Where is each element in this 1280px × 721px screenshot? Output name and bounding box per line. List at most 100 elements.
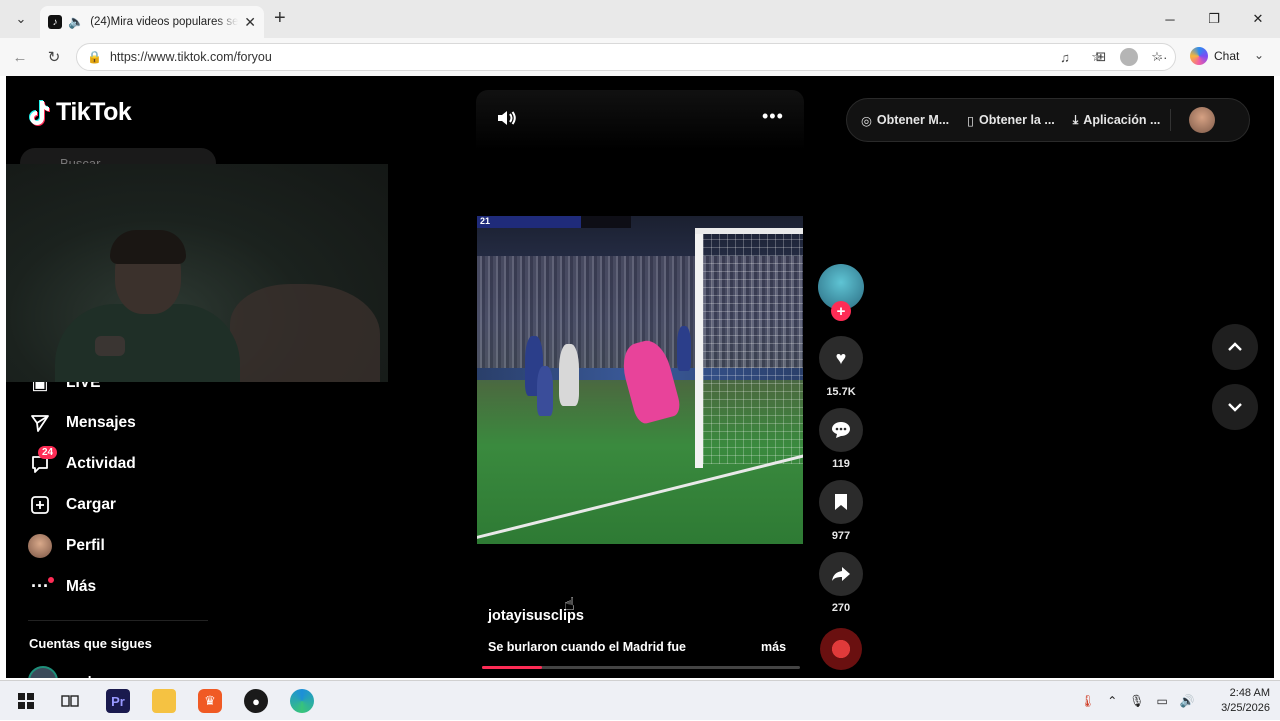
refresh-icon[interactable]: ↻ xyxy=(42,46,66,68)
settings-more-icon[interactable]: ··· xyxy=(1151,47,1171,67)
get-app-button[interactable]: ▯ Obtener la ... xyxy=(967,113,1055,128)
brave-browser-icon[interactable]: ♛ xyxy=(198,689,222,713)
scoreboard: 21 xyxy=(477,216,583,228)
share-arrow-icon[interactable] xyxy=(819,552,863,596)
tab-title: (24)Mira videos populares sel xyxy=(90,16,239,28)
tab-audio-icon[interactable]: 🔈 xyxy=(68,14,84,30)
microphone-icon[interactable]: 🎙 xyxy=(1129,694,1144,708)
back-icon[interactable]: ← xyxy=(8,46,32,68)
network-icon[interactable]: ▭ xyxy=(1157,694,1168,708)
comment-count: 119 xyxy=(832,458,850,470)
sidebar-toggle-icon[interactable]: ⌄ xyxy=(1254,48,1264,62)
url-text: https://www.tiktok.com/foryou xyxy=(109,50,272,64)
music-disc-icon[interactable] xyxy=(820,628,862,670)
webcam-overlay xyxy=(6,164,388,382)
sidebar-item-mas[interactable]: ··· Más xyxy=(28,566,228,607)
top-actions-bar: ◎ Obtener M... ▯ Obtener la ... ⤓ Aplica… xyxy=(846,98,1250,142)
windows-taskbar: Pr ♛ ● 🌡 ⌃ 🎙 ▭ 🔊 2:48 AM 3/25/2026 xyxy=(0,680,1280,720)
speaker-icon[interactable]: 🔊 xyxy=(1180,694,1195,708)
tiktok-favicon-icon: ♪ xyxy=(48,15,62,29)
like-heart-icon[interactable]: ♥ xyxy=(819,336,863,380)
avatar xyxy=(28,666,58,678)
clock-time: 2:48 AM xyxy=(1229,687,1270,699)
mouse-cursor-icon: ☝ xyxy=(564,594,575,614)
site-info-icon[interactable]: 🔒 xyxy=(87,50,102,64)
sidebar-item-label: Perfil xyxy=(66,536,105,554)
video-more-options-icon[interactable]: ••• xyxy=(762,106,784,127)
browser-tab[interactable]: ♪ 🔈 (24)Mira videos populares sel ✕ xyxy=(40,6,264,38)
video-progress-bar[interactable] xyxy=(482,666,800,669)
sidebar-item-perfil[interactable]: Perfil xyxy=(28,525,228,566)
sidebar-item-label: Actividad xyxy=(66,454,136,472)
taskbar-clock[interactable]: 2:48 AM 3/25/2026 xyxy=(1214,686,1270,716)
caption-more-link[interactable]: más xyxy=(761,640,786,654)
new-dot-indicator xyxy=(48,576,54,583)
window-controls: ─ ❐ ✕ xyxy=(1148,0,1280,38)
chat-label: Chat xyxy=(1214,49,1240,63)
video-progress-fill xyxy=(482,666,543,669)
new-tab-button[interactable]: + xyxy=(274,8,286,28)
top-action-label: Aplicación ... xyxy=(1083,113,1161,127)
divider xyxy=(1170,109,1172,131)
sidebar-item-actividad[interactable]: 24 Actividad xyxy=(28,443,228,484)
profile-icon[interactable] xyxy=(1119,47,1139,67)
share-count: 270 xyxy=(831,602,851,614)
favorites-icon[interactable]: ☆ xyxy=(1087,47,1107,67)
restore-icon[interactable]: ❐ xyxy=(1192,0,1236,38)
windows-start-icon[interactable] xyxy=(14,689,38,713)
logo-text: TikTok xyxy=(56,98,132,126)
top-action-label: Obtener M... xyxy=(876,113,950,127)
edge-browser-icon[interactable] xyxy=(290,689,314,713)
desktop-app-button[interactable]: ⤓ Aplicación ... xyxy=(1073,113,1161,128)
user-avatar[interactable] xyxy=(1189,107,1216,133)
send-icon xyxy=(28,411,52,435)
more-dots-icon: ··· xyxy=(28,575,54,599)
inbox-icon: 24 xyxy=(28,445,58,476)
browser-tab-bar: ⌄ ♪ 🔈 (24)Mira videos populares sel ✕ + … xyxy=(0,0,1280,38)
following-title: Cuentas que sigues xyxy=(29,636,152,651)
comment-icon[interactable] xyxy=(819,408,863,452)
copilot-chat-button[interactable]: Chat xyxy=(1190,47,1239,65)
sidebar-nav: Mensajes 24 Actividad Cargar Perfil ··· … xyxy=(28,402,228,607)
like-count: 15.7K xyxy=(826,386,856,398)
obs-icon[interactable]: ● xyxy=(244,689,268,713)
premiere-pro-icon[interactable]: Pr xyxy=(106,689,130,713)
next-video-chevron-down-icon[interactable] xyxy=(1212,384,1258,430)
download-icon: ⤓ xyxy=(1072,112,1079,127)
sidebar-item-mensajes[interactable]: Mensajes xyxy=(28,402,228,443)
video-player[interactable]: 21 xyxy=(477,216,803,544)
address-bar[interactable]: 🔒 https://www.tiktok.com/foryou ⊞ A ☆ xyxy=(76,43,1176,71)
clock-date: 3/25/2026 xyxy=(1221,702,1270,714)
tab-close-icon[interactable]: ✕ xyxy=(244,14,256,31)
sidebar-divider xyxy=(28,620,208,621)
get-coins-button[interactable]: ◎ Obtener M... xyxy=(861,113,949,128)
tiktok-logo[interactable]: TikTok xyxy=(28,98,132,127)
thermometer-icon[interactable]: 🌡 xyxy=(1080,694,1095,708)
sidebar-item-cargar[interactable]: Cargar xyxy=(28,484,228,525)
top-action-label: Obtener la ... xyxy=(979,113,1055,127)
upload-icon xyxy=(28,493,52,517)
copilot-icon xyxy=(1190,47,1208,65)
task-view-icon[interactable] xyxy=(58,689,82,713)
save-count: 977 xyxy=(831,530,851,542)
tab-actions-chevron-icon[interactable]: ⌄ xyxy=(8,7,34,31)
volume-icon[interactable] xyxy=(496,108,518,134)
tiktok-page: TikTok Buscar ▣ LIVE Mensajes 24 Activid… xyxy=(6,76,1274,678)
bookmark-icon[interactable] xyxy=(819,480,863,524)
follow-plus-icon[interactable]: + xyxy=(831,301,851,321)
video-actions: + ♥ 15.7K 119 977 270 xyxy=(816,264,866,670)
coin-icon: ◎ xyxy=(861,113,872,128)
sidebar-item-label: Cargar xyxy=(66,495,116,513)
close-window-icon[interactable]: ✕ xyxy=(1236,0,1280,38)
media-control-icon[interactable]: ♫ xyxy=(1055,47,1075,67)
profile-avatar xyxy=(28,533,52,558)
previous-video-chevron-up-icon[interactable] xyxy=(1212,324,1258,370)
minimize-icon[interactable]: ─ xyxy=(1148,0,1192,38)
following-account[interactable]: paloma xyxy=(28,666,119,678)
chevron-up-icon[interactable]: ⌃ xyxy=(1107,694,1117,708)
file-explorer-icon[interactable] xyxy=(152,689,176,713)
sidebar-item-label: Más xyxy=(66,577,97,595)
notification-badge: 24 xyxy=(38,445,58,459)
creator-avatar[interactable]: + xyxy=(818,264,864,321)
system-tray: 🌡 ⌃ 🎙 ▭ 🔊 xyxy=(1080,681,1195,721)
